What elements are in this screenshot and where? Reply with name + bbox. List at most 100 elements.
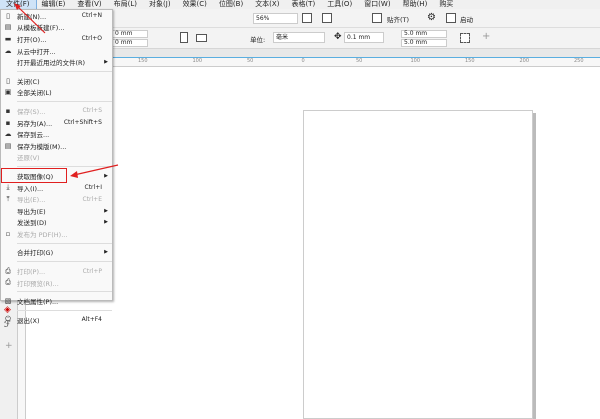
y-position-input[interactable]: 0 mm bbox=[112, 39, 148, 47]
file-menu-item[interactable]: ▤ 保存为模版(M)... bbox=[1, 140, 112, 152]
file-menu-item[interactable]: ▯ 新建(N)... Ctrl+N bbox=[1, 10, 112, 22]
file-menu-item[interactable]: 导出为(E) ▶ bbox=[1, 205, 112, 217]
menu-0[interactable]: 文件(F) bbox=[0, 0, 37, 10]
menu-10[interactable]: 窗口(W) bbox=[358, 0, 396, 9]
treat-as-filled-icon[interactable] bbox=[460, 33, 470, 43]
submenu-arrow-icon: ▶ bbox=[104, 207, 108, 214]
cloud-save-icon: ☁ bbox=[4, 130, 12, 139]
ruler-label: 50 bbox=[356, 58, 363, 64]
file-menu-item[interactable]: ⏻ 退出(X) Alt+F4 bbox=[1, 314, 112, 326]
file-menu-item[interactable]: ⎙ 打印(P)... Ctrl+P bbox=[1, 265, 112, 277]
file-menu-item[interactable]: ☁ 从云中打开... bbox=[1, 45, 112, 57]
add-tool-icon[interactable]: + bbox=[5, 341, 13, 351]
menu-item-shortcut: Ctrl+P bbox=[82, 267, 102, 275]
menu-4[interactable]: 对象(J) bbox=[143, 0, 177, 9]
file-menu-item[interactable]: 打开最近用过的文件(R) ▶ bbox=[1, 56, 112, 68]
menu-item-label: 打开最近用过的文件(R) bbox=[17, 59, 86, 68]
menu-6[interactable]: 位图(B) bbox=[213, 0, 249, 9]
menu-item-label: 导出(E)... bbox=[17, 196, 46, 205]
menu-item-label: 文档属性(P)... bbox=[17, 298, 59, 307]
menu-7[interactable]: 文本(X) bbox=[249, 0, 285, 9]
launch-dropdown[interactable]: 启动 bbox=[460, 14, 473, 24]
power-icon: ⏻ bbox=[5, 315, 11, 324]
submenu-arrow-icon: ▶ bbox=[104, 219, 108, 226]
unit-select[interactable]: 毫米 bbox=[273, 32, 325, 43]
menu-separator bbox=[17, 261, 112, 263]
ruler-label: 200 bbox=[519, 58, 530, 64]
menu-item-shortcut: Ctrl+Shift+S bbox=[63, 119, 102, 127]
menu-item-label: 发布为 PDF(H)... bbox=[17, 230, 68, 239]
menu-item-label: 新建(N)... bbox=[17, 12, 47, 21]
file-menu-item[interactable]: ⤓ 导入(I)... Ctrl+I bbox=[1, 182, 112, 194]
menu-item-label: 导入(I)... bbox=[17, 184, 44, 193]
menu-item-label: 合并打印(G) bbox=[17, 249, 54, 258]
snap-icon[interactable] bbox=[372, 13, 382, 23]
file-menu-item[interactable]: 合并打印(G) ▶ bbox=[1, 247, 112, 259]
ruler-label: 150 bbox=[465, 58, 475, 64]
file-menu-item[interactable]: ▤ 从模板新建(F)... bbox=[1, 22, 112, 34]
menu-item-label: 另存为(A)... bbox=[17, 119, 53, 128]
menu-item-shortcut: Ctrl+E bbox=[82, 195, 103, 203]
ruler-label: 50 bbox=[247, 58, 254, 64]
portrait-icon[interactable] bbox=[180, 32, 188, 43]
menu-2[interactable]: 查看(V) bbox=[71, 0, 107, 9]
nudge-input[interactable]: 0.1 mm bbox=[344, 32, 384, 43]
file-menu-item[interactable]: ▯ 关闭(C) bbox=[1, 75, 112, 87]
menu-12[interactable]: 购买 bbox=[433, 0, 459, 9]
ruler-label: 150 bbox=[138, 58, 148, 64]
export-icon: ⤒ bbox=[6, 194, 10, 203]
file-menu-item[interactable]: ▣ 全部关闭(L) bbox=[1, 87, 112, 99]
zoom-select[interactable]: 56% bbox=[253, 13, 298, 24]
menu-item-shortcut: Ctrl+O bbox=[81, 35, 102, 43]
fullscreen-icon[interactable] bbox=[302, 13, 312, 23]
menu-3[interactable]: 布局(L) bbox=[108, 0, 143, 9]
document-page[interactable] bbox=[303, 110, 533, 419]
file-menu-item[interactable]: ▪ 另存为(A)... Ctrl+Shift+S bbox=[1, 117, 112, 129]
menu-8[interactable]: 表格(T) bbox=[285, 0, 321, 9]
menu-1[interactable]: 编辑(E) bbox=[36, 0, 72, 9]
ruler-label: 100 bbox=[192, 58, 203, 64]
file-menu: ▯ 新建(N)... Ctrl+N ▤ 从模板新建(F)... ▬ 打开(O)... Ctrl… bbox=[0, 9, 113, 325]
show-rulers-icon[interactable] bbox=[322, 13, 332, 23]
file-menu-item[interactable]: ▬ 打开(O)... Ctrl+O bbox=[1, 33, 112, 45]
import-icon: ⤓ bbox=[6, 183, 10, 192]
file-menu-item[interactable]: ⤒ 导出(E)... Ctrl+E bbox=[1, 193, 112, 205]
menu-11[interactable]: 帮助(H) bbox=[397, 0, 434, 9]
menu-item-label: 还原(V) bbox=[17, 154, 40, 163]
close-icon: ▯ bbox=[6, 76, 10, 85]
save-template-icon: ▤ bbox=[4, 141, 12, 150]
file-menu-item[interactable]: 还原(V) bbox=[1, 152, 112, 164]
landscape-icon[interactable] bbox=[196, 34, 207, 42]
launch-icon[interactable] bbox=[446, 13, 456, 23]
menu-item-label: 从云中打开... bbox=[17, 47, 56, 56]
snap-dropdown[interactable]: 贴齐(T) bbox=[387, 14, 409, 24]
file-menu-item[interactable]: 发送到(D) ▶ bbox=[1, 217, 112, 229]
ruler-label: 250 bbox=[574, 58, 584, 64]
file-menu-item[interactable]: ▫ 发布为 PDF(H)... bbox=[1, 228, 112, 240]
menu-item-label: 保存到云... bbox=[17, 131, 50, 140]
x-position-input[interactable]: 0 mm bbox=[112, 30, 148, 38]
menu-5[interactable]: 效果(C) bbox=[177, 0, 213, 9]
menu-separator bbox=[17, 242, 112, 244]
new-icon: ▯ bbox=[6, 11, 10, 20]
menu-item-label: 发送到(D) bbox=[17, 219, 47, 228]
duplicate-y-input[interactable]: 5.0 mm bbox=[401, 39, 447, 47]
file-menu-item[interactable]: ⎙ 打印预览(R)... bbox=[1, 277, 112, 289]
add-icon[interactable]: + bbox=[482, 31, 490, 42]
submenu-arrow-icon: ▶ bbox=[104, 172, 108, 179]
pdf-icon: ▫ bbox=[5, 229, 11, 238]
file-menu-item[interactable]: ☁ 保存到云... bbox=[1, 128, 112, 140]
duplicate-x-input[interactable]: 5.0 mm bbox=[401, 30, 447, 38]
save-icon: ▪ bbox=[5, 106, 11, 115]
settings-gear-icon[interactable]: ⚙ bbox=[427, 12, 436, 23]
menu-item-label: 退出(X) bbox=[17, 316, 40, 325]
save-as-icon: ▪ bbox=[5, 118, 11, 127]
menu-item-shortcut: Ctrl+S bbox=[82, 107, 102, 115]
menu-9[interactable]: 工具(O) bbox=[321, 0, 358, 9]
menubar: 文件(F) 编辑(E) 查看(V) 布局(L) 对象(J) 效果(C) 位图(B) 文本(X)… bbox=[0, 0, 600, 10]
file-menu-item[interactable]: ▪ 保存(S)... Ctrl+S bbox=[1, 105, 112, 117]
file-menu-item[interactable]: ▧ 文档属性(P)... bbox=[1, 295, 112, 307]
print-icon: ⎙ bbox=[5, 266, 11, 275]
horizontal-ruler[interactable]: 150 100 50 0 50 100 150 200 250 bbox=[112, 58, 600, 67]
menu-item-label: 打印(P)... bbox=[17, 268, 46, 277]
